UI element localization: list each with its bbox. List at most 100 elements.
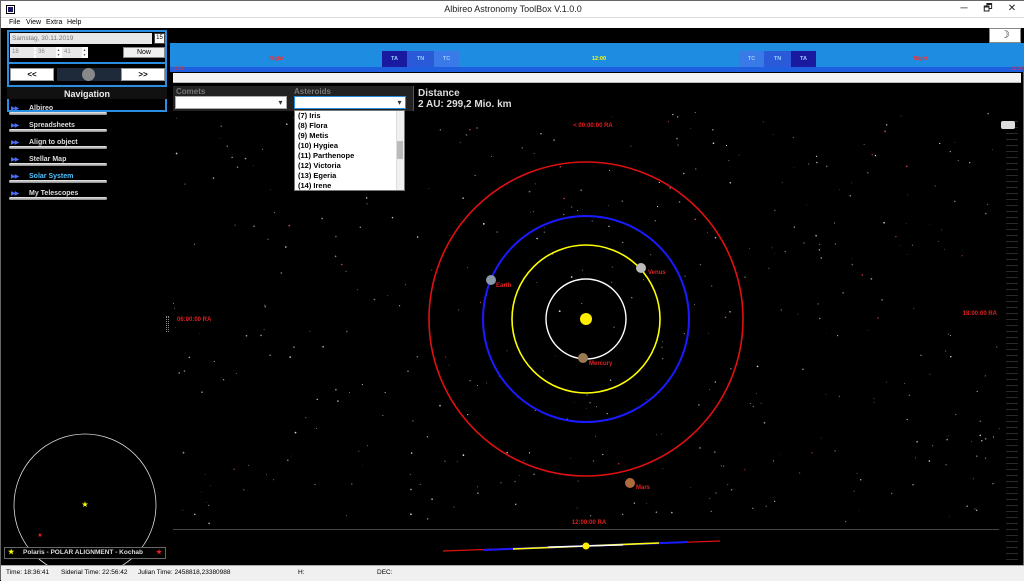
earth-planet bbox=[486, 275, 496, 285]
background-star bbox=[523, 460, 525, 461]
background-star bbox=[838, 395, 840, 397]
comets-select[interactable] bbox=[175, 96, 287, 109]
background-star bbox=[724, 316, 727, 319]
background-star bbox=[590, 515, 592, 517]
background-star bbox=[284, 246, 287, 248]
asteroids-dropdown-list[interactable]: (7) Iris (8) Flora (9) Metis (10) Hygiea… bbox=[294, 110, 405, 191]
list-item[interactable]: (9) Metis bbox=[295, 131, 404, 141]
moon-button[interactable]: ☽ bbox=[989, 28, 1021, 43]
background-star bbox=[756, 365, 759, 368]
background-star bbox=[727, 484, 729, 486]
background-star bbox=[534, 183, 536, 185]
background-star bbox=[858, 509, 860, 511]
calendar-icon[interactable]: 15 bbox=[154, 33, 165, 44]
background-star bbox=[459, 142, 461, 144]
zoom-slider-thumb[interactable] bbox=[1001, 121, 1015, 129]
background-star bbox=[780, 454, 781, 455]
background-star bbox=[654, 220, 656, 222]
moon-phase-slider[interactable] bbox=[57, 68, 121, 81]
menu-extra[interactable]: Extra bbox=[46, 18, 62, 28]
minute-stepper[interactable]: 36 bbox=[36, 47, 62, 58]
zoom-ruler bbox=[1006, 116, 1018, 561]
splitter-handle[interactable] bbox=[166, 316, 169, 332]
background-star bbox=[820, 257, 823, 259]
background-star bbox=[920, 354, 922, 357]
background-star bbox=[650, 254, 652, 256]
background-star bbox=[722, 465, 725, 467]
day-timeline[interactable]: Night TA TN TC 12:00 TC TN TA Night bbox=[170, 48, 1024, 67]
minimize-button[interactable]: ─ bbox=[953, 2, 975, 16]
background-star bbox=[356, 289, 358, 291]
background-star bbox=[208, 522, 210, 525]
zoom-scrollbar[interactable] bbox=[1001, 111, 1018, 561]
app-window: Albireo Astronomy ToolBox V.1.0.0 ─ 🗗 ✕ … bbox=[0, 0, 1024, 581]
background-star bbox=[404, 284, 406, 286]
background-star bbox=[806, 204, 807, 206]
background-star bbox=[633, 502, 636, 504]
background-star bbox=[976, 509, 978, 511]
list-item[interactable]: (14) Irene bbox=[295, 181, 404, 191]
background-star bbox=[752, 405, 754, 408]
list-item[interactable]: (11) Parthenope bbox=[295, 151, 404, 161]
asteroids-select[interactable] bbox=[294, 96, 406, 109]
timeline-tn: TN bbox=[764, 51, 791, 67]
menu-help[interactable]: Help bbox=[67, 18, 81, 28]
background-star bbox=[984, 375, 986, 377]
background-star bbox=[908, 394, 911, 396]
mars-planet bbox=[625, 478, 635, 488]
nav-item-albireo[interactable]: ▶▶ Albireo bbox=[9, 104, 107, 115]
background-star bbox=[885, 381, 887, 383]
background-star bbox=[563, 213, 565, 216]
background-star bbox=[482, 223, 485, 225]
background-star bbox=[661, 346, 663, 349]
background-star bbox=[683, 333, 685, 335]
background-star bbox=[895, 236, 897, 238]
background-star bbox=[793, 166, 795, 168]
background-star bbox=[962, 249, 963, 251]
nav-item-my-telescopes[interactable]: ▶▶ My Telescopes bbox=[9, 189, 107, 200]
nav-item-solar-system[interactable]: ▶▶ Solar System bbox=[9, 172, 107, 183]
background-star bbox=[366, 445, 368, 447]
background-star bbox=[206, 502, 208, 503]
navigation-header: Navigation bbox=[7, 85, 167, 99]
background-star bbox=[730, 368, 732, 370]
list-item[interactable]: (13) Egeria bbox=[295, 171, 404, 181]
timeline-tn: TN bbox=[407, 51, 434, 67]
background-star bbox=[914, 457, 917, 459]
list-item[interactable]: (8) Flora bbox=[295, 121, 404, 131]
nav-item-align-to-object[interactable]: ▶▶ Align to object bbox=[9, 138, 107, 149]
dropdown-scrollbar[interactable] bbox=[396, 111, 404, 190]
background-star bbox=[474, 174, 476, 176]
time-scale[interactable] bbox=[173, 73, 1021, 83]
list-item[interactable]: (12) Victoria bbox=[295, 161, 404, 171]
menu-view[interactable]: View bbox=[26, 18, 41, 28]
nav-item-spreadsheets[interactable]: ▶▶ Spreadsheets bbox=[9, 121, 107, 132]
background-star bbox=[176, 117, 178, 119]
date-field[interactable]: Samstag, 30.11.2019 bbox=[10, 33, 152, 44]
status-bar: Time: 18:36:41 Siderial Time: 22:56:42 J… bbox=[1, 565, 1024, 581]
background-star bbox=[530, 211, 531, 213]
background-star bbox=[662, 468, 664, 470]
background-star bbox=[676, 137, 678, 140]
nav-item-stellar-map[interactable]: ▶▶ Stellar Map bbox=[9, 155, 107, 166]
background-star bbox=[448, 364, 450, 366]
background-star bbox=[428, 188, 430, 190]
background-star bbox=[373, 298, 376, 301]
background-star bbox=[387, 294, 389, 296]
background-star bbox=[260, 334, 262, 337]
background-star bbox=[807, 163, 810, 165]
maximize-button[interactable]: 🗗 bbox=[977, 2, 999, 16]
list-item[interactable]: (10) Hygiea bbox=[295, 141, 404, 151]
menu-file[interactable]: File bbox=[9, 18, 20, 28]
background-star bbox=[738, 154, 740, 156]
previous-button[interactable]: << bbox=[10, 68, 54, 81]
background-star bbox=[646, 398, 648, 400]
background-star bbox=[445, 356, 447, 358]
second-stepper[interactable]: 41 bbox=[62, 47, 88, 58]
next-button[interactable]: >> bbox=[121, 68, 165, 81]
close-button[interactable]: ✕ bbox=[1001, 2, 1023, 16]
list-item[interactable]: (7) Iris bbox=[295, 111, 404, 121]
background-star bbox=[873, 401, 875, 403]
scrollbar-thumb[interactable] bbox=[397, 141, 403, 159]
now-button[interactable]: Now bbox=[123, 47, 165, 58]
